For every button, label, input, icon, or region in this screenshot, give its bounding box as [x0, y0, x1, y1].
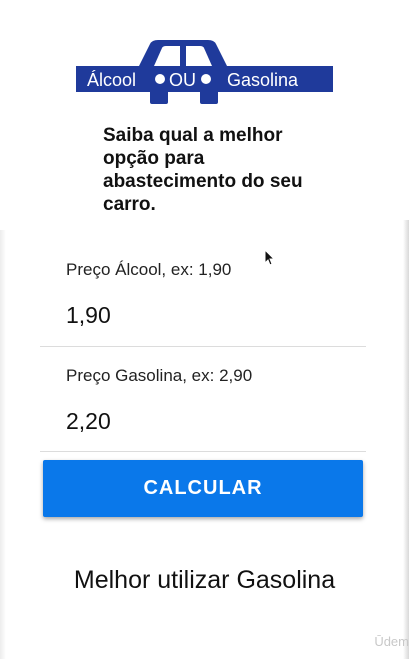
- logo-middle-word: OU: [169, 70, 196, 90]
- mouse-pointer-icon: [264, 248, 276, 267]
- car-wheel-right: [200, 88, 218, 104]
- alcohol-price-label: Preço Álcool, ex: 1,90: [66, 260, 232, 279]
- calculate-button[interactable]: CALCULAR: [43, 460, 363, 517]
- watermark: Ūdem: [374, 634, 409, 649]
- car-wheel-left: [150, 88, 168, 104]
- intro-text: Saiba qual a melhor opção para abastecim…: [103, 125, 303, 215]
- car-headlight-left: [155, 74, 165, 84]
- car-roof-shape: [138, 40, 228, 68]
- gasoline-price-input[interactable]: [66, 408, 356, 435]
- logo-right-word: Gasolina: [227, 70, 299, 90]
- logo-left-word: Álcool: [87, 70, 136, 90]
- gasoline-price-field[interactable]: Preço Gasolina, ex: 2,90: [40, 356, 366, 452]
- result-text: Melhor utilizar Gasolina: [73, 566, 336, 594]
- alcohol-price-input[interactable]: [66, 302, 356, 329]
- alcohol-price-field[interactable]: Preço Álcool, ex: 1,90: [40, 250, 366, 347]
- gasoline-price-label: Preço Gasolina, ex: 2,90: [66, 366, 253, 385]
- app-logo: Álcool OU Gasolina: [76, 38, 333, 106]
- car-headlight-right: [201, 74, 211, 84]
